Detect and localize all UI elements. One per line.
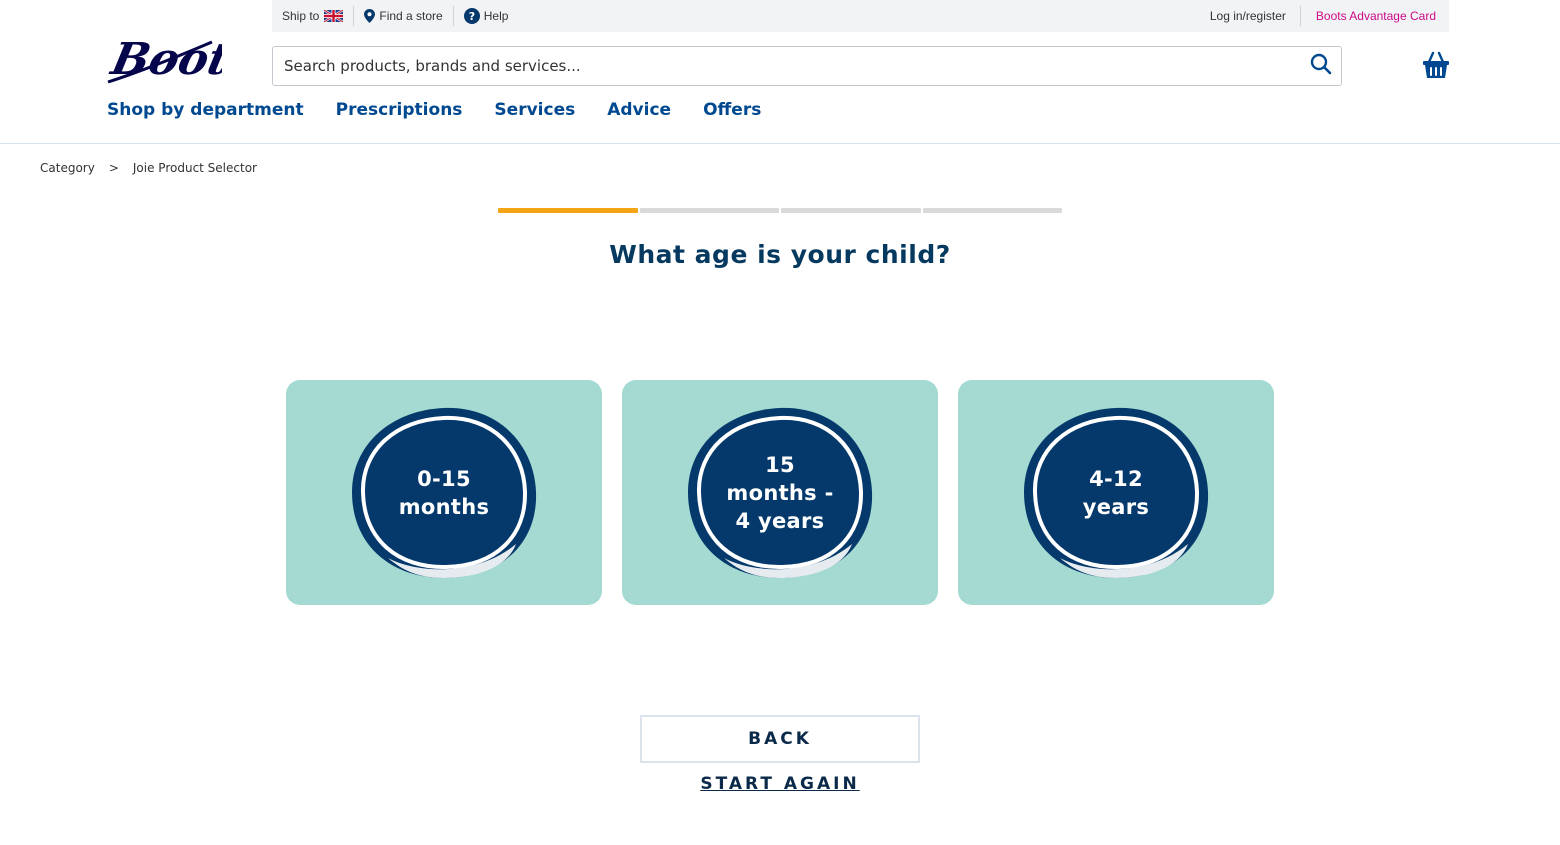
advantage-card-link[interactable]: Boots Advantage Card — [1301, 6, 1449, 26]
ship-to-label: Ship to — [282, 9, 320, 23]
find-store-link[interactable]: Find a store — [354, 6, 452, 26]
progress-step-pending — [639, 208, 779, 213]
basket-icon — [1420, 51, 1452, 86]
option-card-15-months-4-years[interactable]: 15 months - 4 years — [622, 380, 938, 605]
uk-flag-icon — [323, 8, 345, 24]
breadcrumb-separator: > — [108, 161, 119, 175]
site-header: Boots Ship to Find a store ? Help Log in… — [0, 0, 1560, 144]
option-card-4-12-years[interactable]: 4-12 years — [958, 380, 1274, 605]
ship-to-link[interactable]: Ship to — [272, 6, 353, 26]
nav-advice[interactable]: Advice — [607, 100, 671, 120]
search-button[interactable] — [1301, 47, 1341, 85]
progress-step-pending — [781, 208, 921, 213]
basket-button[interactable] — [1420, 50, 1452, 82]
nav-shop-by-department[interactable]: Shop by department — [107, 100, 304, 120]
age-options: 0-15 months 15 months - 4 years 4-12 yea… — [286, 380, 1274, 605]
progress-step-pending — [922, 208, 1062, 213]
login-label: Log in/register — [1209, 9, 1286, 23]
search-bar — [272, 46, 1342, 86]
help-icon: ? — [463, 8, 480, 24]
map-pin-icon — [364, 9, 376, 23]
option-label: 15 months - 4 years — [726, 453, 834, 533]
help-link[interactable]: ? Help — [454, 6, 519, 26]
advantage-card-label: Boots Advantage Card — [1315, 9, 1436, 23]
breadcrumb-category[interactable]: Category — [40, 161, 95, 175]
option-label: 4-12 years — [1082, 467, 1150, 519]
nav-services[interactable]: Services — [494, 100, 575, 120]
start-again-link: START AGAIN — [0, 774, 1560, 794]
breadcrumb: Category > Joie Product Selector — [40, 161, 257, 175]
find-store-label: Find a store — [379, 9, 443, 23]
progress-step-complete — [498, 208, 638, 213]
option-card-0-15-months[interactable]: 0-15 months — [286, 380, 602, 605]
progress-bar — [498, 208, 1062, 213]
boots-logo[interactable]: Boots — [105, 24, 259, 88]
svg-text:?: ? — [469, 10, 475, 23]
nav-offers[interactable]: Offers — [703, 100, 761, 120]
login-register-link[interactable]: Log in/register — [1200, 6, 1300, 26]
search-icon — [1310, 53, 1332, 80]
start-again-label[interactable]: START AGAIN — [700, 774, 859, 794]
option-label: 0-15 months — [398, 467, 490, 519]
utility-bar: Ship to Find a store ? Help Log in/regis… — [272, 0, 1449, 32]
breadcrumb-current: Joie Product Selector — [132, 161, 257, 175]
question-title: What age is your child? — [609, 240, 951, 269]
back-button[interactable]: BACK — [640, 715, 920, 763]
search-input[interactable] — [273, 47, 1301, 85]
nav-prescriptions[interactable]: Prescriptions — [336, 100, 463, 120]
main-nav: Shop by department Prescriptions Service… — [107, 96, 793, 124]
help-label: Help — [483, 9, 509, 23]
